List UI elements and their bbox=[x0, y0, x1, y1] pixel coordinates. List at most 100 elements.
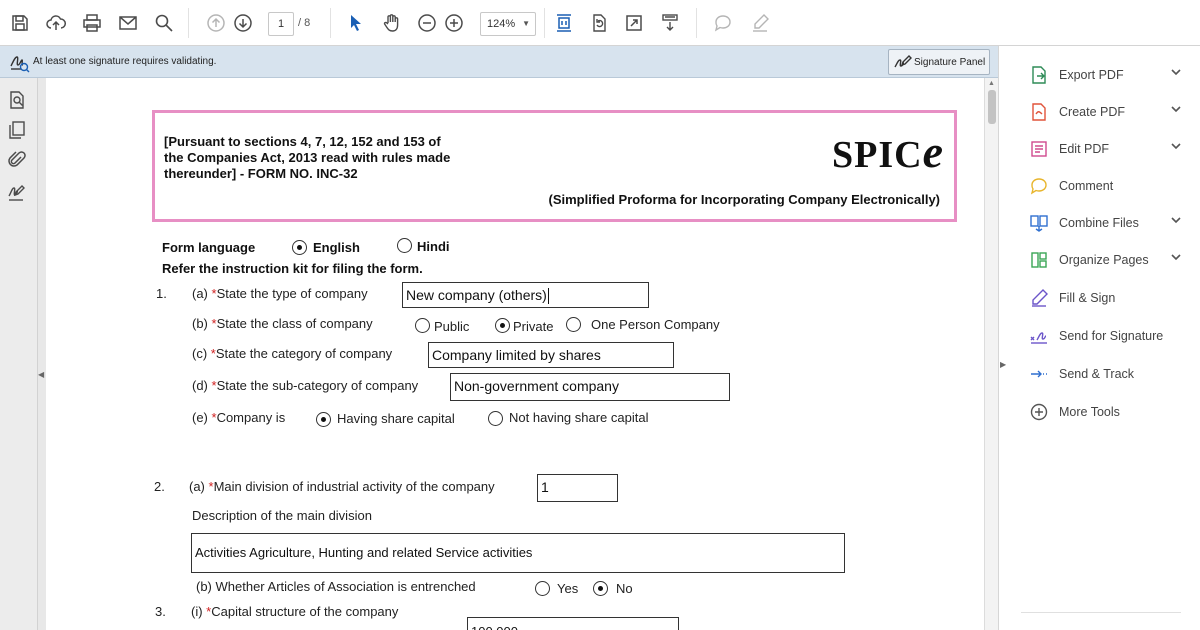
radio-hindi[interactable] bbox=[397, 238, 412, 253]
tool-create-pdf[interactable]: Create PDF bbox=[1019, 97, 1189, 127]
q3i-label: (i) *Capital structure of the company bbox=[191, 604, 398, 619]
radio-having-share-capital[interactable] bbox=[316, 412, 331, 427]
radio-not-having-share-capital[interactable] bbox=[488, 411, 503, 426]
tool-label: Export PDF bbox=[1059, 68, 1124, 82]
company-category-field[interactable]: Company limited by shares bbox=[428, 342, 674, 368]
header-line: [Pursuant to sections 4, 7, 12, 152 and … bbox=[164, 134, 441, 149]
page-thumbnails-icon[interactable] bbox=[7, 90, 29, 112]
radio-class-opc[interactable] bbox=[566, 317, 581, 332]
tool-send-track[interactable]: Send & Track bbox=[1019, 359, 1189, 389]
attachment-icon[interactable] bbox=[7, 150, 29, 172]
signature-panel-button[interactable]: Signature Panel bbox=[888, 49, 990, 75]
q3i-prefix: (i) bbox=[191, 604, 207, 619]
zoom-in-icon[interactable] bbox=[442, 11, 466, 35]
pdf-page: [Pursuant to sections 4, 7, 12, 152 and … bbox=[46, 78, 984, 630]
select-cursor-icon[interactable] bbox=[344, 11, 368, 35]
radio-class-private[interactable] bbox=[495, 318, 510, 333]
signature-panel-label: Signature Panel bbox=[914, 57, 986, 68]
scroll-mode-icon[interactable] bbox=[658, 11, 682, 35]
tool-export-pdf[interactable]: Export PDF bbox=[1019, 60, 1189, 90]
toolbar-divider bbox=[188, 8, 189, 38]
search-icon[interactable] bbox=[152, 11, 176, 35]
radio-aoa-yes[interactable] bbox=[535, 581, 550, 596]
combine-files-icon bbox=[1029, 213, 1049, 233]
zoom-out-icon[interactable] bbox=[415, 11, 439, 35]
chevron-down-icon[interactable] bbox=[1169, 250, 1183, 264]
form-header-text: [Pursuant to sections 4, 7, 12, 152 and … bbox=[164, 134, 504, 182]
tool-label: Edit PDF bbox=[1059, 142, 1110, 156]
navigation-pane bbox=[0, 78, 38, 630]
rotate-view-icon[interactable] bbox=[587, 11, 611, 35]
tool-comment[interactable]: Comment bbox=[1019, 171, 1189, 201]
edit-pdf-icon bbox=[1029, 139, 1049, 159]
q2a-label: (a) *Main division of industrial activit… bbox=[189, 479, 495, 494]
fit-page-icon[interactable] bbox=[552, 11, 576, 35]
q1d-prefix: (d) bbox=[192, 378, 212, 393]
tool-combine-files[interactable]: Combine Files bbox=[1019, 208, 1189, 238]
question-number: 3. bbox=[155, 604, 166, 619]
vertical-scrollbar[interactable]: ▲ bbox=[984, 78, 998, 630]
tool-edit-pdf[interactable]: Edit PDF bbox=[1019, 134, 1189, 164]
chevron-down-icon[interactable] bbox=[1169, 139, 1183, 153]
hand-tool-icon[interactable] bbox=[380, 11, 404, 35]
tool-fill-sign[interactable]: Fill & Sign bbox=[1019, 283, 1189, 313]
tool-label: Organize Pages bbox=[1059, 253, 1149, 267]
page-number-input[interactable]: 1 bbox=[268, 12, 294, 36]
q1a-label: (a) *State the type of company bbox=[192, 286, 368, 301]
scrollbar-thumb[interactable] bbox=[988, 90, 996, 124]
q1c-text: State the category of company bbox=[215, 346, 393, 361]
organize-pages-icon bbox=[1029, 250, 1049, 270]
collapse-left-pane-icon[interactable]: ◀ bbox=[38, 370, 46, 384]
comment-bubble-icon[interactable] bbox=[711, 11, 735, 35]
radio-class-public[interactable] bbox=[415, 318, 430, 333]
q1d-text: State the sub-category of company bbox=[216, 378, 419, 393]
radio-aoa-no-label: No bbox=[616, 581, 633, 596]
company-type-field[interactable]: New company (others) bbox=[402, 282, 649, 308]
zoom-level-value: 124% bbox=[487, 18, 516, 30]
tool-send-for-signature[interactable]: Send for Signature bbox=[1019, 321, 1189, 351]
capital-structure-field[interactable]: 100,000 bbox=[467, 617, 679, 630]
save-icon[interactable] bbox=[8, 11, 32, 35]
chevron-down-icon[interactable] bbox=[1169, 102, 1183, 116]
radio-aoa-no[interactable] bbox=[593, 581, 608, 596]
send-signature-icon bbox=[1029, 326, 1049, 346]
send-track-icon bbox=[1029, 364, 1049, 384]
print-icon[interactable] bbox=[80, 11, 104, 35]
upload-cloud-icon[interactable] bbox=[44, 11, 68, 35]
main-division-description-field[interactable]: Activities Agriculture, Hunting and rela… bbox=[191, 533, 845, 573]
q1a-prefix: (a) bbox=[192, 286, 212, 301]
copy-pages-icon[interactable] bbox=[7, 120, 29, 142]
full-screen-icon[interactable] bbox=[622, 11, 646, 35]
form-header-box: [Pursuant to sections 4, 7, 12, 152 and … bbox=[152, 110, 957, 222]
signatures-icon[interactable] bbox=[7, 182, 29, 204]
zoom-level-select[interactable]: 124% ▼ bbox=[480, 12, 536, 36]
email-icon[interactable] bbox=[116, 11, 140, 35]
company-subcategory-field[interactable]: Non-government company bbox=[450, 373, 730, 401]
tool-organize-pages[interactable]: Organize Pages bbox=[1019, 245, 1189, 275]
company-type-value: New company (others) bbox=[406, 287, 547, 303]
collapse-right-pane-icon[interactable]: ▶ bbox=[1000, 360, 1010, 374]
scroll-up-icon[interactable]: ▲ bbox=[988, 80, 995, 87]
chevron-down-icon[interactable] bbox=[1169, 213, 1183, 227]
q2a-text: Main division of industrial activity of … bbox=[213, 479, 495, 494]
radio-class-private-label: Private bbox=[513, 319, 554, 334]
toolbar-divider bbox=[330, 8, 331, 38]
q1b-text: State the class of company bbox=[216, 316, 373, 331]
create-pdf-icon bbox=[1029, 102, 1049, 122]
spice-logo-main: SPIC bbox=[832, 134, 923, 176]
main-division-field[interactable]: 1 bbox=[537, 474, 618, 502]
q1c-label: (c) *State the category of company bbox=[192, 346, 392, 361]
tool-label: Fill & Sign bbox=[1059, 291, 1116, 305]
radio-english[interactable] bbox=[292, 240, 307, 255]
instruction-text: Refer the instruction kit for filing the… bbox=[162, 261, 423, 276]
q1e-label: (e) *Company is bbox=[192, 410, 285, 425]
next-page-icon[interactable] bbox=[231, 11, 255, 35]
spice-logo-e: e bbox=[922, 126, 944, 177]
tool-more-tools[interactable]: More Tools bbox=[1019, 397, 1189, 427]
chevron-down-icon[interactable] bbox=[1169, 65, 1183, 79]
highlight-pen-icon[interactable] bbox=[748, 11, 772, 35]
radio-english-label: English bbox=[313, 240, 360, 255]
form-language-label: Form language bbox=[162, 240, 256, 255]
radio-hindi-label: Hindi bbox=[417, 239, 450, 254]
previous-page-icon[interactable] bbox=[204, 11, 228, 35]
